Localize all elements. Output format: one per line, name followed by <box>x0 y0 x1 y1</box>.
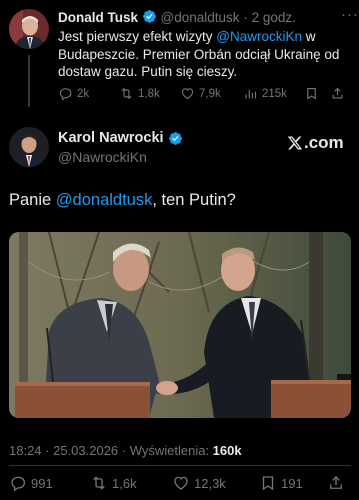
repost-icon <box>93 476 105 490</box>
thread-line <box>28 55 30 107</box>
repost-count: 1,6k <box>112 475 137 491</box>
text-segment: Jest pierwszy efekt wizyty <box>58 29 217 44</box>
reply-icon <box>59 88 72 101</box>
like-count: 12,3k <box>194 475 226 491</box>
divider <box>9 465 351 466</box>
post-screen: Donald Tusk @donaldtusk · 2 godz. ··· Je… <box>0 0 359 500</box>
parent-tweet[interactable]: Donald Tusk @donaldtusk · 2 godz. ··· Je… <box>0 0 359 113</box>
x-com-logo: .com <box>287 133 344 153</box>
mention-link[interactable]: @NawrockiKn <box>216 29 302 44</box>
tweet-text: Panie @donaldtusk, ten Putin? <box>9 191 236 210</box>
heart-icon <box>181 88 194 100</box>
more-options-icon[interactable]: ··· <box>341 6 359 23</box>
like-button[interactable]: 7,9k <box>180 86 221 101</box>
reply-button[interactable]: 2k <box>58 86 89 101</box>
timestamp: 18:24 · 25.03.2026 · Wyświetlenia: <box>9 443 213 458</box>
parent-text: Jest pierwszy efekt wizyty @NawrockiKn w… <box>58 28 350 81</box>
repost-button[interactable]: 1,8k <box>119 86 160 101</box>
reply-count: 2k <box>77 87 90 100</box>
like-button[interactable]: 12,3k <box>172 474 226 492</box>
repost-count: 1,8k <box>138 87 160 100</box>
avatar-karol-nawrocki[interactable] <box>9 127 49 167</box>
parent-actions: 2k 1,8k 7,9k 215k <box>58 86 343 104</box>
author-name-row: Karol Nawrocki <box>58 130 183 146</box>
share-button[interactable] <box>327 474 345 492</box>
share-icon <box>330 476 342 489</box>
reply-count: 991 <box>31 475 53 491</box>
bookmark-button[interactable] <box>304 86 319 101</box>
author-handle[interactable]: @NawrockiKn <box>58 149 147 165</box>
verified-badge-icon <box>142 10 156 23</box>
tweet-actions: 991 1,6k 12,3k 191 <box>9 474 351 494</box>
author-handle[interactable]: @donaldtusk <box>161 10 240 25</box>
view-count: 160k <box>212 443 242 458</box>
share-button[interactable] <box>330 86 345 101</box>
heart-icon <box>174 476 188 490</box>
avatar-donald-tusk[interactable] <box>9 9 49 49</box>
tweet-photo[interactable] <box>9 232 351 418</box>
reply-icon <box>11 476 26 492</box>
text-segment: , ten Putin? <box>152 191 236 209</box>
post-time: · 2 godz. <box>243 10 296 25</box>
text-segment: Panie <box>9 191 56 209</box>
views-count: 215k <box>262 87 287 100</box>
verified-badge-icon <box>168 131 182 145</box>
share-icon <box>332 87 343 99</box>
bookmark-icon <box>262 476 274 491</box>
reply-button[interactable]: 991 <box>9 474 53 492</box>
repost-button[interactable]: 1,6k <box>90 474 137 492</box>
parent-header: Donald Tusk @donaldtusk · 2 godz. <box>58 9 339 26</box>
bookmark-button[interactable]: 191 <box>259 474 303 492</box>
views-button[interactable]: 215k <box>243 86 287 101</box>
views-icon <box>245 89 257 99</box>
brand-suffix: .com <box>304 133 344 152</box>
x-logo-icon <box>287 136 303 150</box>
author-name[interactable]: Karol Nawrocki <box>58 130 164 146</box>
author-name[interactable]: Donald Tusk <box>58 10 138 25</box>
mention-link[interactable]: @donaldtusk <box>56 191 153 209</box>
tweet-meta: 18:24 · 25.03.2026 · Wyświetlenia: 160k <box>9 443 242 458</box>
like-count: 7,9k <box>199 87 221 100</box>
bookmark-count: 191 <box>281 475 303 491</box>
bookmark-icon <box>307 87 316 100</box>
repost-icon <box>121 88 132 99</box>
